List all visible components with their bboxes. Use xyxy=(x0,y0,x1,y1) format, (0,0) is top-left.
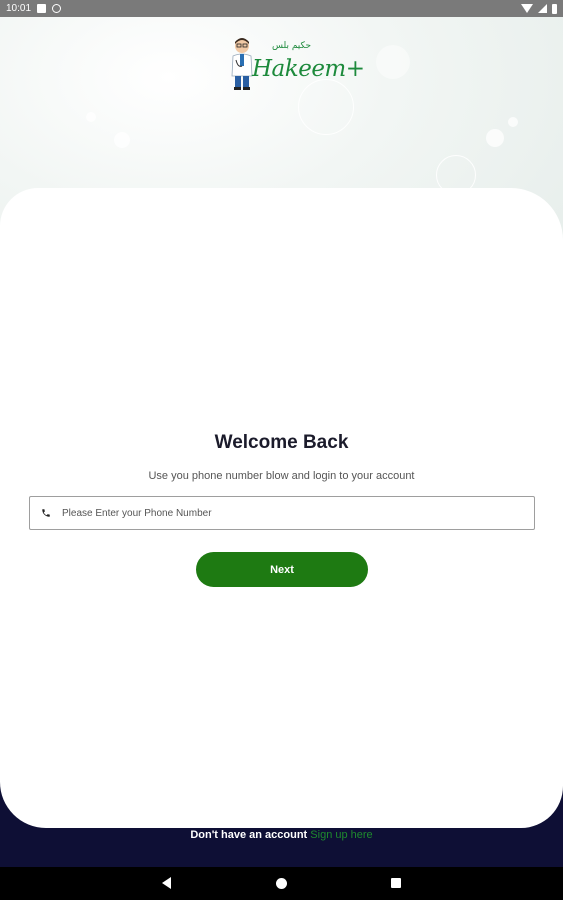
bokeh-light xyxy=(376,45,410,79)
notification-box-icon xyxy=(37,4,47,13)
logo-title: Hakeem+ xyxy=(252,56,365,82)
battery-icon xyxy=(552,3,557,14)
status-bar: 10:01 xyxy=(0,0,563,17)
home-icon[interactable] xyxy=(276,878,287,889)
phone-icon xyxy=(30,508,62,518)
bokeh-light xyxy=(508,117,518,127)
bokeh-light xyxy=(86,112,96,122)
status-time: 10:01 xyxy=(6,3,32,14)
recents-icon[interactable] xyxy=(391,878,401,888)
bokeh-light xyxy=(114,132,130,148)
page-title: Welcome Back xyxy=(214,432,349,453)
phone-field[interactable] xyxy=(29,496,535,530)
login-subtitle: Use you phone number blow and login to y… xyxy=(148,470,415,482)
signup-link[interactable]: Sign up here xyxy=(310,829,372,841)
signal-icon xyxy=(538,4,547,13)
back-icon[interactable] xyxy=(162,877,171,889)
logo-arabic-text: حكيم بلس xyxy=(272,41,312,51)
do-not-disturb-icon xyxy=(52,4,62,13)
signup-prompt: Don't have an account xyxy=(190,829,308,841)
signup-row: Don't have an account Sign up here xyxy=(0,829,563,841)
wifi-icon xyxy=(521,4,533,13)
phone-input[interactable] xyxy=(62,507,534,519)
next-button[interactable]: Next xyxy=(196,552,368,587)
navigation-bar xyxy=(0,867,563,900)
app-logo: حكيم بلس Hakeem+ xyxy=(226,34,365,92)
bokeh-light xyxy=(486,129,504,147)
